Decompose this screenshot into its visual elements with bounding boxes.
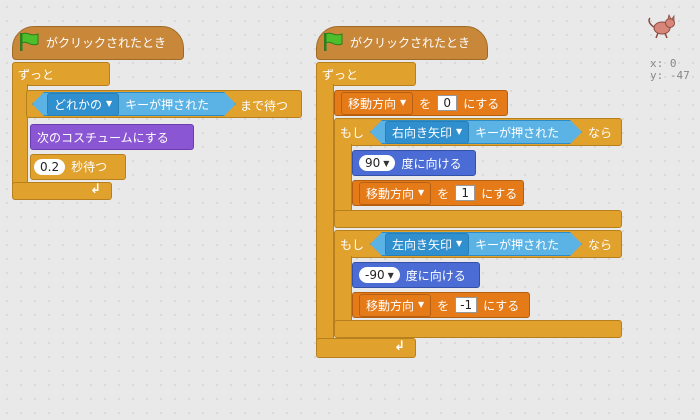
dropdown-arrow-icon: ▼ xyxy=(418,300,425,309)
sprite-thumbnail-icon xyxy=(648,14,675,39)
dropdown-arrow-icon: ▼ xyxy=(106,99,113,108)
forever-arm xyxy=(316,84,334,340)
if-then-label: なら xyxy=(588,126,613,140)
set-variable-block[interactable]: 移動方向 ▼ を -1 にする xyxy=(352,292,530,318)
set-variable-block[interactable]: 移動方向 ▼ を 1 にする xyxy=(352,180,524,206)
loop-arrow-icon: ↲ xyxy=(394,339,405,354)
hat-label: がクリックされたとき xyxy=(46,35,167,50)
dropdown-arrow-icon: ▼ xyxy=(418,188,425,197)
direction-input[interactable]: 90 ▼ xyxy=(359,155,396,171)
if-bottom xyxy=(334,210,622,228)
sprite-y-coordinate: y: -47 xyxy=(650,69,690,82)
if-then-label: なら xyxy=(588,238,613,252)
green-flag-icon xyxy=(324,32,343,51)
wait-seconds-suffix: 秒待つ xyxy=(71,160,108,174)
green-flag-icon xyxy=(20,32,39,51)
dropdown-arrow-icon: ▼ xyxy=(456,239,463,248)
variable-dropdown[interactable]: 移動方向 ▼ xyxy=(359,181,432,205)
if-label: もし xyxy=(340,126,365,140)
hat-label: がクリックされたとき xyxy=(350,35,471,50)
wait-seconds-input[interactable]: 0.2 xyxy=(34,158,66,175)
if-label: もし xyxy=(340,238,365,252)
dropdown-arrow-icon: ▼ xyxy=(456,127,463,136)
key-dropdown[interactable]: どれかの ▼ xyxy=(47,93,119,116)
if-bottom xyxy=(334,320,622,338)
set-value-input[interactable]: 0 xyxy=(437,95,458,111)
dropdown-arrow-icon: ▼ xyxy=(400,98,407,107)
wait-until-suffix: まで待つ xyxy=(240,99,289,113)
point-in-direction-block[interactable]: 90 ▼ 度に向ける xyxy=(352,150,476,176)
forever-label: ずっと xyxy=(322,68,359,82)
point-in-direction-block[interactable]: -90 ▼ 度に向ける xyxy=(352,262,480,288)
dropdown-arrow-icon: ▼ xyxy=(387,270,394,280)
key-dropdown[interactable]: 左向き矢印 ▼ xyxy=(385,233,469,256)
dropdown-arrow-icon: ▼ xyxy=(383,158,390,168)
key-pressed-condition[interactable]: どれかの ▼ キーが押された xyxy=(32,92,236,116)
set-value-input[interactable]: -1 xyxy=(455,297,478,313)
direction-input[interactable]: -90 ▼ xyxy=(359,267,400,283)
key-pressed-condition[interactable]: 左向き矢印 ▼ キーが押された xyxy=(370,232,582,256)
set-value-input[interactable]: 1 xyxy=(455,185,476,201)
if-arm xyxy=(334,144,352,214)
if-arm xyxy=(334,256,352,326)
key-dropdown[interactable]: 右向き矢印 ▼ xyxy=(385,121,469,144)
next-costume-block[interactable]: 次のコスチュームにする xyxy=(30,124,194,150)
forever-label: ずっと xyxy=(18,68,55,82)
key-pressed-condition[interactable]: 右向き矢印 ▼ キーが押された xyxy=(370,120,582,144)
set-variable-block[interactable]: 移動方向 ▼ を 0 にする xyxy=(334,90,508,116)
variable-dropdown[interactable]: 移動方向 ▼ xyxy=(359,293,432,317)
loop-arrow-icon: ↲ xyxy=(90,182,101,197)
variable-dropdown[interactable]: 移動方向 ▼ xyxy=(341,91,414,115)
